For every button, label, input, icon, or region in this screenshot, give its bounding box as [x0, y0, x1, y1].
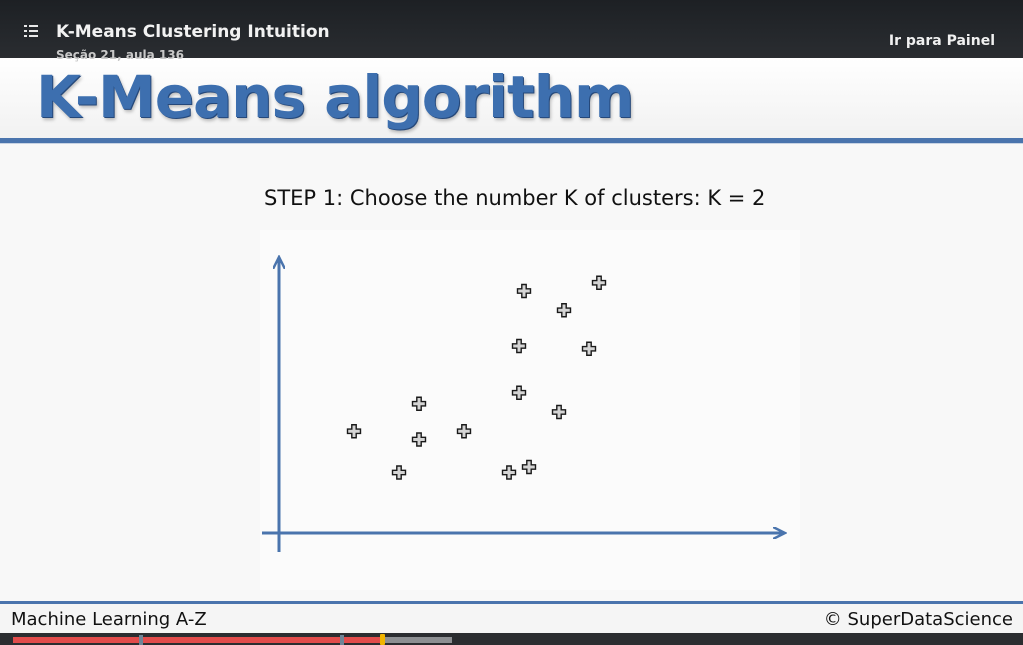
- data-point-2: [391, 465, 407, 480]
- list-icon[interactable]: [24, 24, 38, 38]
- progress-played: [13, 637, 382, 643]
- slide-title: K-Means algorithm: [36, 63, 634, 131]
- progress-scrubber-handle[interactable]: [379, 634, 385, 645]
- data-point-4: [411, 432, 427, 447]
- data-point-14: [591, 275, 607, 290]
- data-point-13: [581, 341, 597, 356]
- data-point-12: [556, 303, 572, 318]
- course-title: K-Means Clustering Intuition: [56, 22, 330, 42]
- data-point-9: [511, 338, 527, 354]
- data-points: [346, 275, 607, 480]
- data-point-3: [411, 396, 427, 411]
- video-player[interactable]: K-Means Clustering Intuition Ir para Pai…: [0, 0, 1023, 645]
- lecture-subtitle: Seção 21, aula 136: [56, 48, 184, 62]
- data-point-1: [346, 424, 362, 439]
- data-point-7: [511, 385, 527, 400]
- data-point-5: [456, 424, 472, 439]
- data-point-8: [521, 459, 537, 475]
- footer-course-name: Machine Learning A-Z: [11, 609, 207, 630]
- go-to-dashboard-link[interactable]: Ir para Painel: [889, 33, 995, 49]
- data-point-6: [501, 465, 517, 480]
- data-point-10: [516, 283, 532, 299]
- chapter-marker-1: [138, 635, 143, 645]
- data-point-11: [551, 404, 567, 420]
- footer-copyright: © SuperDataScience: [823, 609, 1013, 630]
- chapter-marker-2: [340, 635, 344, 645]
